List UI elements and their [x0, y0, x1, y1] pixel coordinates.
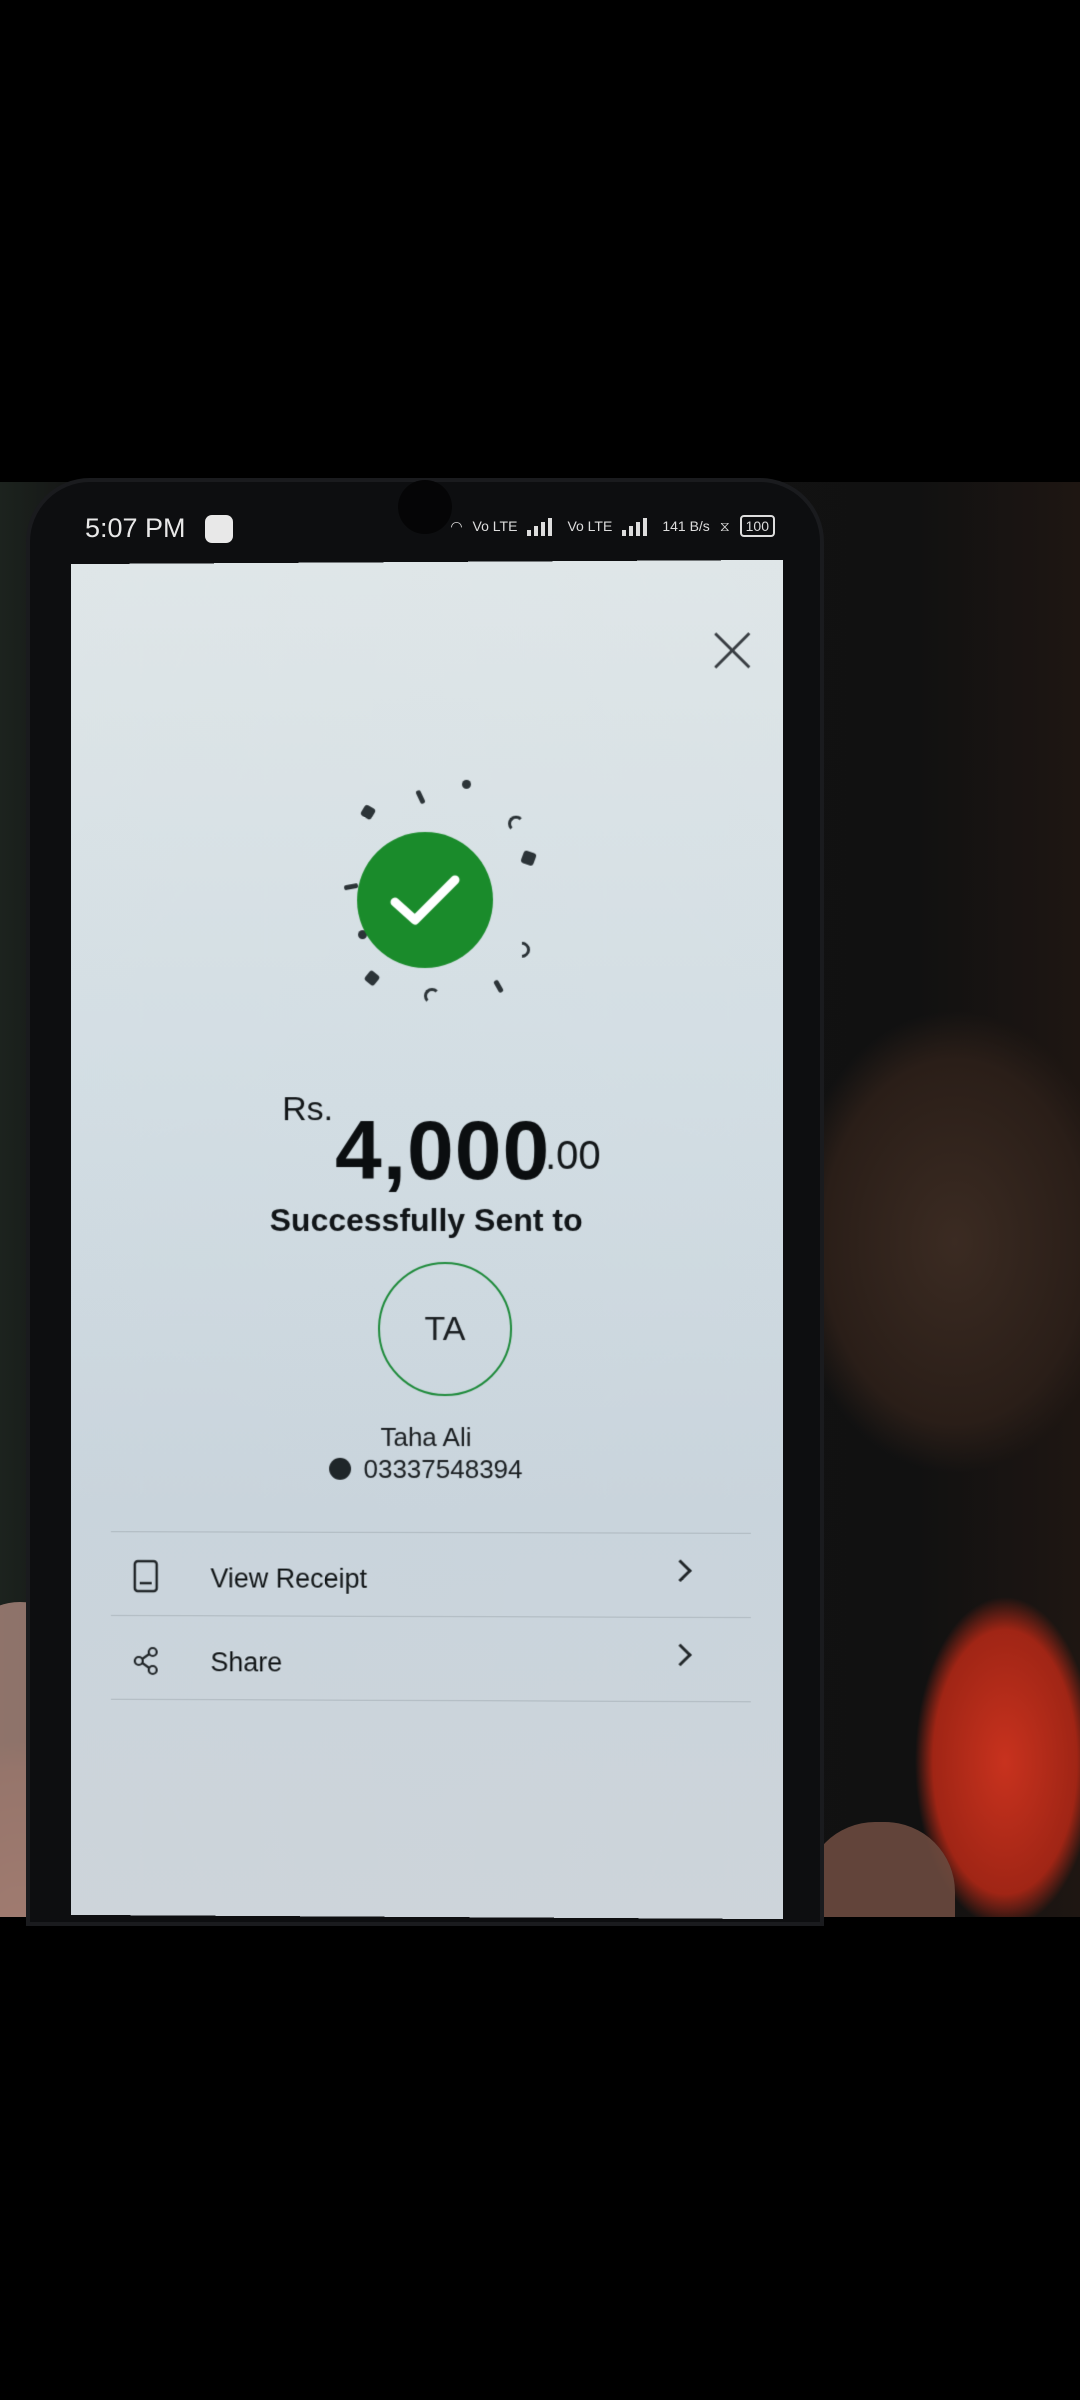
app-screen: Rs. 4,000 .00 Successfully Sent to TA Ta… — [71, 559, 784, 1920]
wallet-icon — [329, 1457, 352, 1480]
notification-icon — [205, 515, 233, 543]
alarm-icon: ⧖ — [719, 517, 730, 534]
confetti — [415, 789, 426, 805]
confetti — [493, 979, 504, 994]
amount-currency: Rs. — [282, 1090, 334, 1129]
close-icon[interactable] — [711, 628, 755, 672]
divider — [110, 1614, 751, 1619]
recipient-avatar: TA — [378, 1261, 513, 1397]
confetti — [424, 987, 440, 1005]
chevron-right-icon — [669, 1559, 692, 1583]
status-time: 5:07 PM — [85, 513, 186, 543]
success-illustration — [300, 772, 540, 1013]
share-icon — [133, 1643, 159, 1677]
confetti — [462, 779, 472, 789]
recipient-phone: 03337548394 — [363, 1453, 523, 1485]
recipient-phone-row: 03337548394 — [71, 1453, 783, 1485]
signal-1-icon — [527, 516, 557, 536]
share-label: Share — [210, 1647, 283, 1678]
recipient-name: Taha Ali — [380, 1421, 472, 1453]
confetti — [363, 969, 381, 987]
view-receipt-button[interactable]: View Receipt — [111, 1537, 751, 1613]
network-1-label: Vo LTE — [472, 518, 518, 534]
share-button[interactable]: Share — [111, 1621, 751, 1697]
amount-value: 4,000 — [335, 1102, 551, 1198]
divider — [110, 1531, 751, 1534]
status-signals: ◠ Vo LTE Vo LTE 141 B/s ⧖ 100 — [450, 515, 775, 537]
amount-decimal: .00 — [545, 1133, 601, 1178]
confetti — [520, 849, 537, 867]
confetti — [343, 883, 359, 891]
confetti — [508, 815, 525, 832]
view-receipt-label: View Receipt — [210, 1563, 368, 1594]
battery-icon: 100 — [739, 515, 775, 537]
signal-2-icon — [622, 516, 652, 536]
confetti — [510, 938, 534, 962]
receipt-icon — [133, 1559, 159, 1593]
status-bar: 5:07 PM ◠ Vo LTE Vo LTE 141 B/s ⧖ 100 — [85, 505, 775, 555]
success-checkmark-badge — [357, 831, 494, 969]
hand-right — [805, 1822, 955, 1917]
divider — [110, 1698, 751, 1703]
status-message: Successfully Sent to — [269, 1201, 583, 1239]
confetti — [359, 804, 377, 821]
checkmark-icon — [390, 875, 460, 925]
network-2-label: Vo LTE — [567, 518, 613, 534]
chevron-right-icon — [669, 1643, 692, 1667]
data-speed: 141 B/s — [662, 518, 710, 534]
wifi-icon: ◠ — [450, 517, 463, 534]
